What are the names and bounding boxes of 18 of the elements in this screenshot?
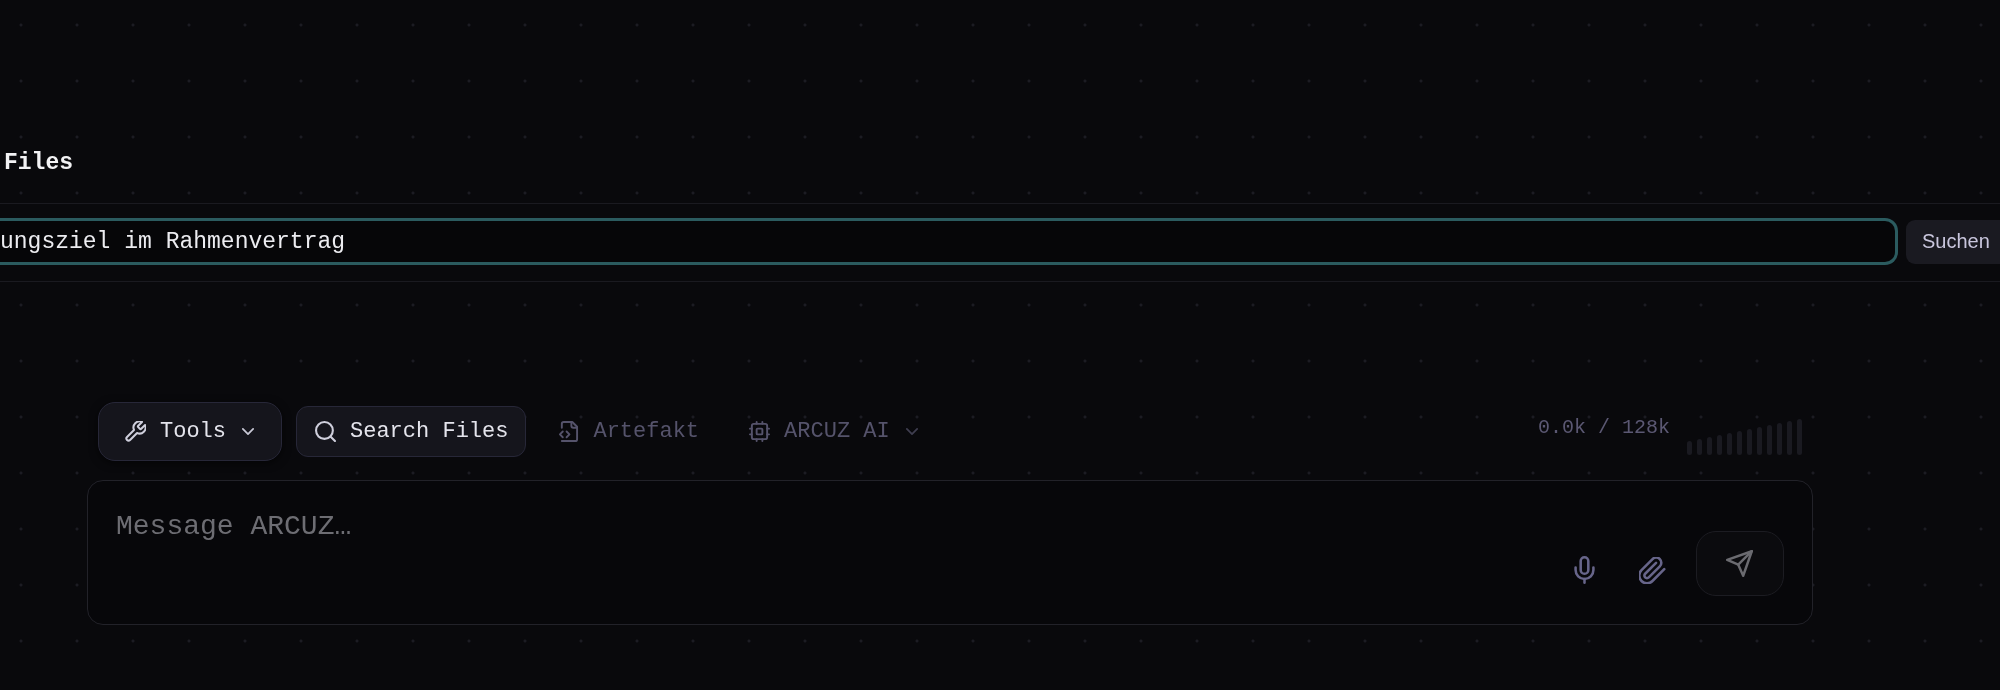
- attach-button[interactable]: [1638, 556, 1666, 584]
- chevron-down-icon: [905, 428, 918, 435]
- tools-menu-button[interactable]: Tools: [98, 402, 282, 461]
- search-icon: [315, 421, 336, 442]
- search-field[interactable]: ungsziel im Rahmenvertrag: [0, 218, 1898, 265]
- microphone-button[interactable]: [1573, 555, 1595, 584]
- search-files-button[interactable]: Search Files: [296, 406, 527, 457]
- microphone-icon: [1573, 555, 1595, 584]
- token-count: 0.0k / 128k: [1537, 416, 1670, 440]
- send-icon: [1726, 549, 1753, 577]
- chip-icon: [749, 421, 771, 442]
- paperclip-icon: [1638, 556, 1666, 584]
- search-button[interactable]: Suchen: [1906, 219, 2000, 264]
- code-file-icon: [558, 421, 580, 442]
- panel-title: Files: [4, 150, 73, 176]
- wrench-icon: [125, 421, 146, 442]
- chevron-down-icon: [242, 428, 254, 435]
- message-input[interactable]: Message ARCUZ…: [116, 509, 1574, 545]
